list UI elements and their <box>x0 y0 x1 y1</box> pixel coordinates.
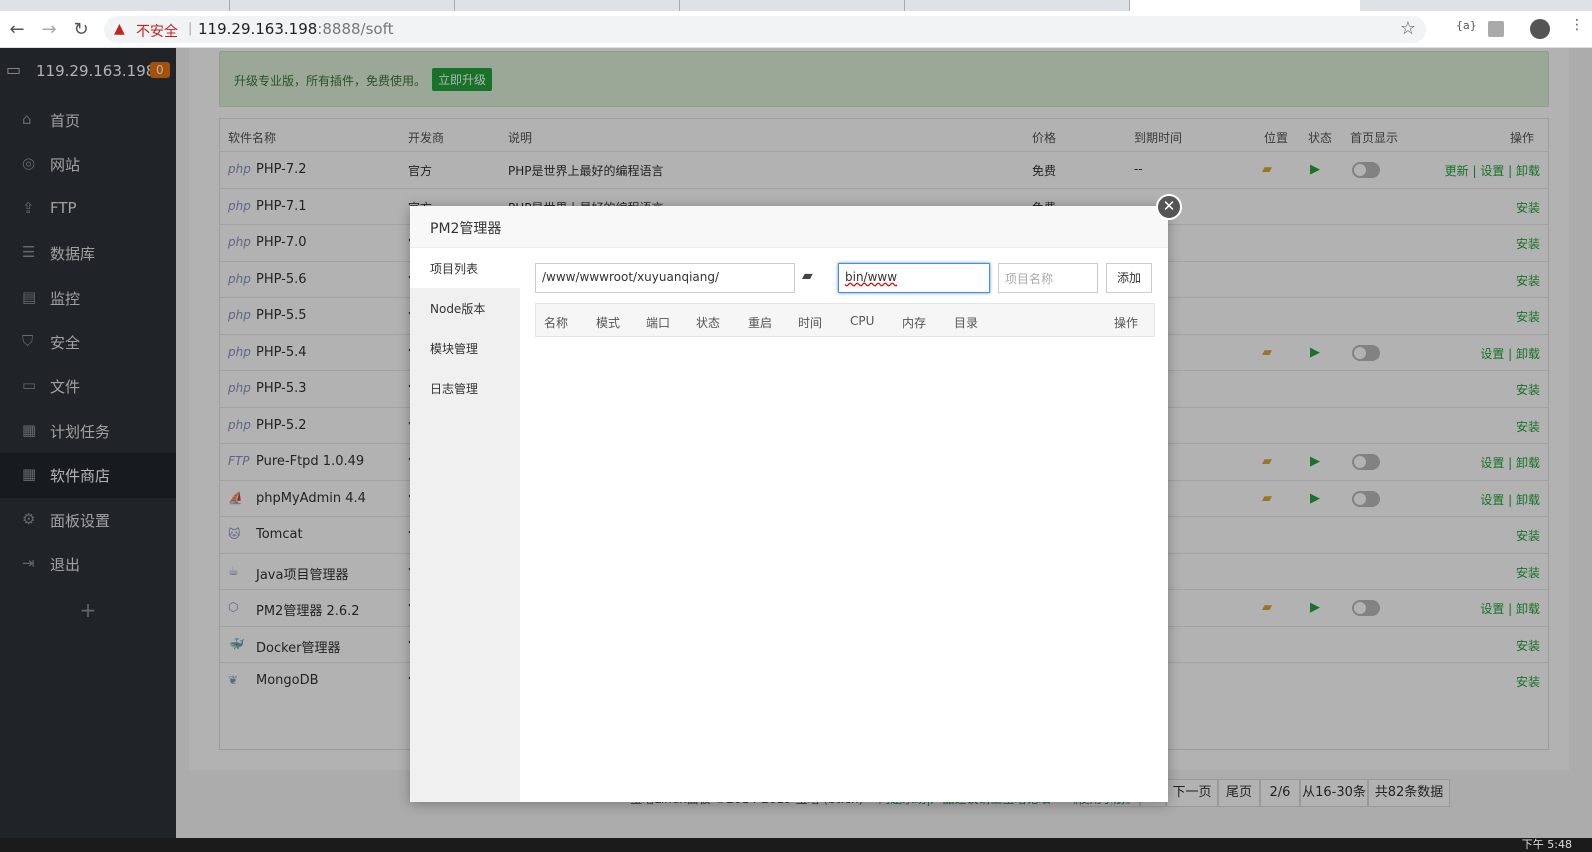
project-column-header: 操作 <box>1114 316 1139 330</box>
modal-tab[interactable]: Node版本 <box>410 288 520 328</box>
url-path: :8888/soft <box>317 20 394 38</box>
project-column-header: 端口 <box>646 316 671 330</box>
project-column-header: 内存 <box>902 316 927 330</box>
insecure-label: 不安全 <box>136 24 178 40</box>
browser-tab[interactable] <box>455 0 680 11</box>
project-column-header: 时间 <box>798 316 823 330</box>
project-column-header: CPU <box>850 314 875 328</box>
browser-tab[interactable] <box>680 0 905 11</box>
browser-tab[interactable] <box>905 0 1130 11</box>
os-taskbar: 下午 5:48 <box>0 838 1592 852</box>
open-folder-icon[interactable]: ▰ <box>802 268 813 284</box>
modal-sidebar: 项目列表 Node版本 模块管理 日志管理 <box>410 248 520 802</box>
modal-tab[interactable]: 模块管理 <box>410 328 520 368</box>
start-file-input[interactable]: bin/www <box>838 263 990 293</box>
reload-icon[interactable]: ↻ <box>68 17 94 43</box>
browser-tab[interactable] <box>230 0 455 11</box>
extension-icon[interactable] <box>1488 21 1504 37</box>
warning-icon: ▲ <box>114 21 125 37</box>
project-name-input[interactable]: 项目名称 <box>998 263 1098 293</box>
browser-tab-active[interactable] <box>1130 0 1360 11</box>
project-column-header: 重启 <box>748 316 773 330</box>
separator: | <box>188 21 193 36</box>
close-icon[interactable]: ✕ <box>1156 194 1182 220</box>
clock: 下午 5:48 <box>1521 838 1572 851</box>
avatar[interactable] <box>1530 19 1550 39</box>
extension-icon[interactable]: {a} <box>1456 19 1477 32</box>
project-path-input[interactable]: /www/wwwroot/xuyuanqiang/ <box>535 263 795 293</box>
back-arrow-icon[interactable]: ← <box>4 17 30 43</box>
modal-tab[interactable]: 项目列表 <box>410 248 520 288</box>
project-column-header: 目录 <box>954 316 979 330</box>
browser-tab-strip <box>0 0 1592 11</box>
url-text: 119.29.163.198:8888/soft <box>198 20 393 38</box>
start-file-value: bin/www <box>845 270 898 284</box>
add-button[interactable]: 添加 <box>1106 263 1152 293</box>
browser-toolbar: ← → ↻ ▲ 不安全 | 119.29.163.198:8888/soft ☆… <box>0 11 1592 48</box>
project-column-header: 状态 <box>696 316 721 330</box>
url-host: 119.29.163.198 <box>198 20 318 38</box>
project-column-header: 名称 <box>544 316 569 330</box>
modal-title: PM2管理器 <box>410 206 1168 248</box>
project-column-header: 模式 <box>596 316 621 330</box>
modal-tab[interactable]: 日志管理 <box>410 368 520 408</box>
address-bar[interactable]: ▲ 不安全 | 119.29.163.198:8888/soft ☆ <box>104 16 1426 43</box>
browser-tab[interactable] <box>0 0 230 11</box>
bookmark-star-icon[interactable]: ☆ <box>1400 18 1416 39</box>
pm2-modal: PM2管理器 项目列表 Node版本 模块管理 日志管理 /www/wwwroot/x… <box>410 206 1168 802</box>
project-table-header: 名称 模式 端口 状态 重启 时间 CPU 内存 目录 操作 <box>535 303 1155 337</box>
menu-dots-icon[interactable]: ⋮ <box>1570 17 1584 33</box>
forward-arrow-icon[interactable]: → <box>36 17 62 43</box>
